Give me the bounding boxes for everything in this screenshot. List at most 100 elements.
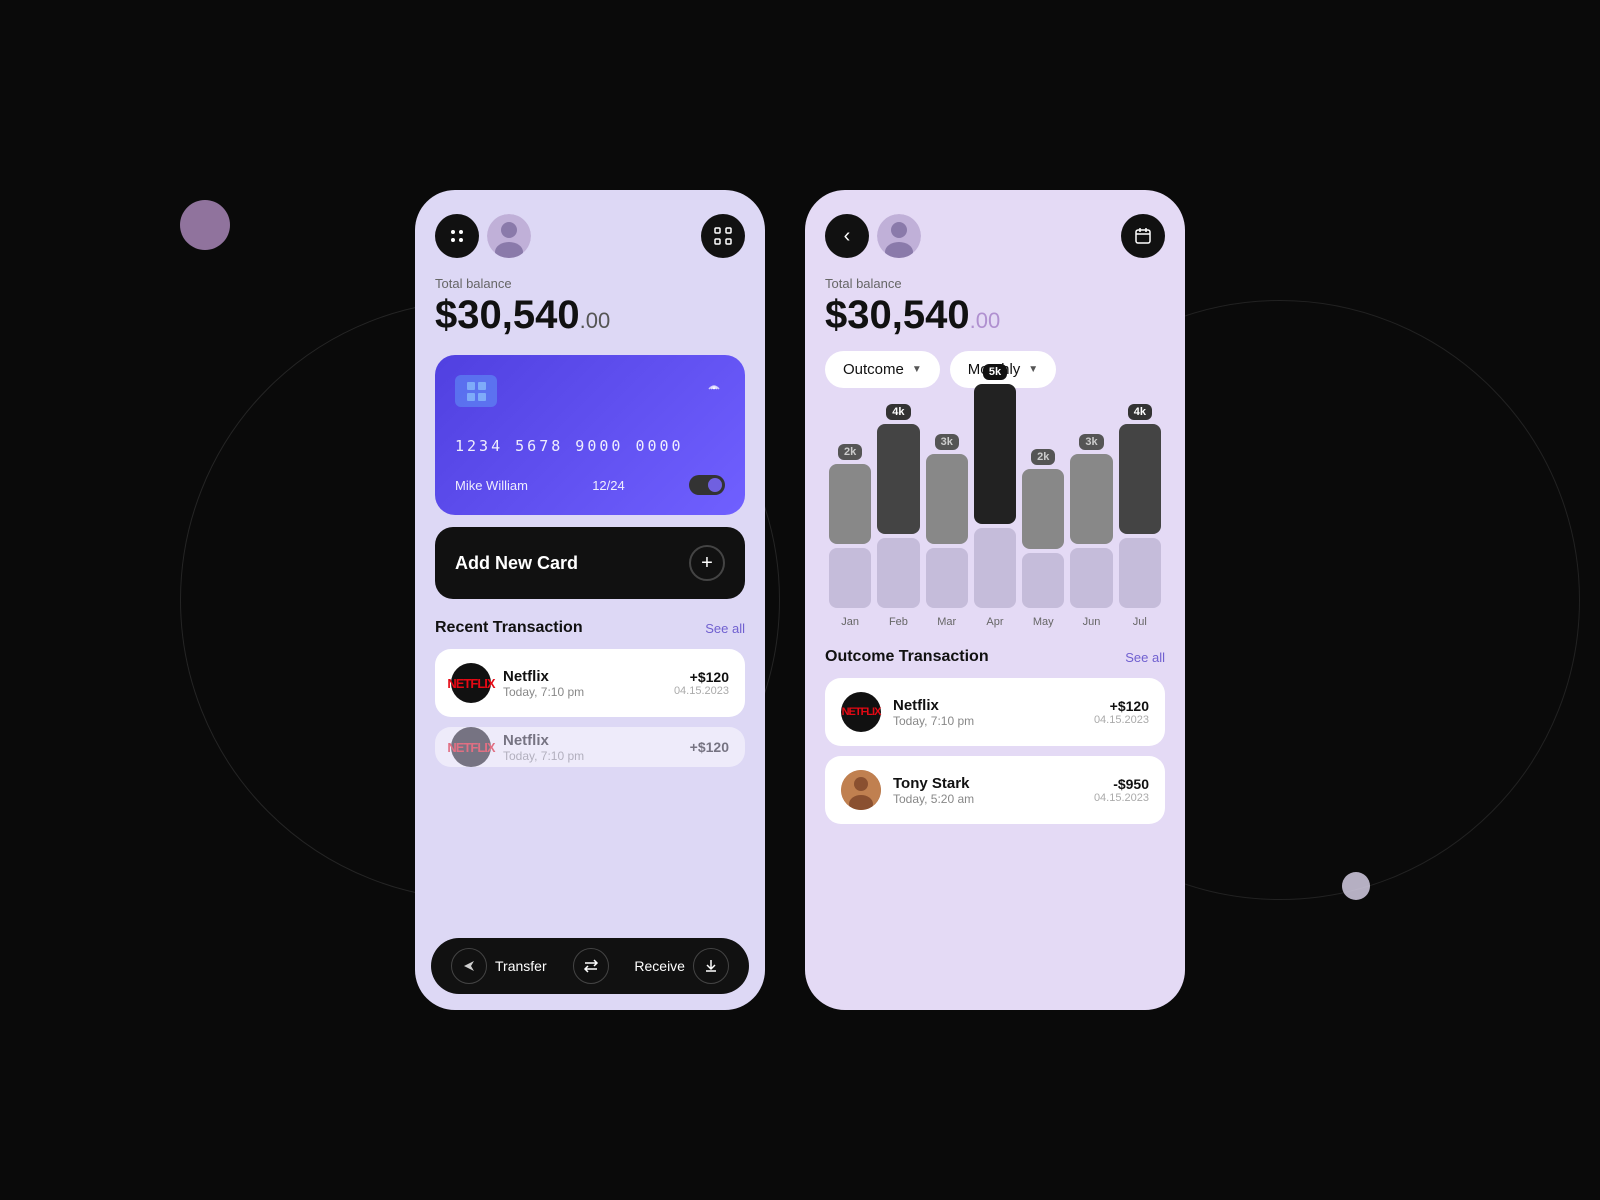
- phone-1: Total balance $30,540.00: [415, 190, 765, 1010]
- bar-seg2-May: [1022, 553, 1064, 608]
- receive-label: Receive: [634, 958, 685, 974]
- chart-col-Jun: 3k: [1070, 434, 1112, 608]
- card-number: 1234 5678 9000 0000: [455, 437, 725, 455]
- transaction-info-1: Netflix Today, 7:10 pm: [503, 668, 662, 699]
- chart-col-Jul: 4k: [1119, 404, 1161, 608]
- bar-seg2-Feb: [877, 538, 919, 608]
- chart-month-Jan: Jan: [829, 616, 871, 628]
- transfer-nav-btn[interactable]: Transfer: [451, 948, 547, 984]
- receive-icon: [693, 948, 729, 984]
- add-card-label: Add New Card: [455, 553, 578, 574]
- chart-month-Jun: Jun: [1070, 616, 1112, 628]
- back-button[interactable]: ‹: [825, 214, 869, 258]
- phones-container: Total balance $30,540.00: [415, 190, 1185, 1010]
- balance-whole-p2: $30,540: [825, 293, 970, 337]
- balance-whole-p1: $30,540: [435, 293, 580, 337]
- bar-seg2-Apr: [974, 528, 1016, 608]
- bar-label-Jan: 2k: [838, 444, 862, 460]
- see-all-p2[interactable]: See all: [1125, 650, 1165, 665]
- calendar-button[interactable]: [1121, 214, 1165, 258]
- bar-label-Jul: 4k: [1128, 404, 1152, 420]
- netflix-date-p2: 04.15.2023: [1094, 714, 1149, 726]
- transaction-tony-p2: Tony Stark Today, 5:20 am -$950 04.15.20…: [825, 756, 1165, 824]
- bottom-nav-p1: Transfer Receive: [431, 938, 749, 994]
- credit-card: 1234 5678 9000 0000 Mike William 12/24: [435, 355, 745, 515]
- transaction-name-partial: Netflix: [503, 732, 678, 749]
- add-icon: +: [689, 545, 725, 581]
- amount-value-1: +$120: [674, 669, 729, 685]
- chart-col-May: 2k: [1022, 449, 1064, 608]
- card-chip: [455, 375, 497, 407]
- netflix-icon-partial: NETFLIX: [447, 740, 494, 755]
- card-bottom: Mike William 12/24: [455, 475, 725, 495]
- avatar-phone1: [487, 214, 531, 258]
- tony-avatar: [841, 770, 881, 810]
- netflix-logo-partial: NETFLIX: [451, 727, 491, 767]
- bar-seg2-Jan: [829, 548, 871, 608]
- balance-label-p1: Total balance: [435, 276, 745, 291]
- bar-seg2-Jun: [1070, 548, 1112, 608]
- chart-col-Mar: 3k: [926, 434, 968, 608]
- chart-month-Jul: Jul: [1119, 616, 1161, 628]
- netflix-logo-p2: NETFLIX: [841, 692, 881, 732]
- chart-col-Jan: 2k: [829, 444, 871, 608]
- netflix-amount-value-p2: +$120: [1094, 698, 1149, 714]
- recent-transaction-header: Recent Transaction See all: [435, 619, 745, 637]
- chart-container: 2k4k3k5k2k3k4k JanFebMarAprMayJunJul: [825, 408, 1165, 628]
- transaction-info-tony: Tony Stark Today, 5:20 am: [893, 775, 1082, 806]
- outcome-transaction-header: Outcome Transaction See all: [825, 648, 1165, 666]
- bar-label-Apr: 5k: [983, 364, 1007, 380]
- card-expiry: 12/24: [592, 478, 625, 493]
- bar-label-May: 2k: [1031, 449, 1055, 465]
- phone1-header-left: [435, 214, 531, 258]
- netflix-logo-p1: NETFLIX: [451, 663, 491, 703]
- card-toggle[interactable]: [689, 475, 725, 495]
- add-card-button[interactable]: Add New Card +: [435, 527, 745, 599]
- chart-bars: 2k4k3k5k2k3k4k: [829, 408, 1161, 608]
- tony-date: 04.15.2023: [1094, 792, 1149, 804]
- phone1-header: [435, 214, 745, 258]
- chart-col-Feb: 4k: [877, 404, 919, 608]
- bg-dot-pink: [180, 200, 230, 250]
- monthly-arrow-icon: ▼: [1028, 364, 1038, 375]
- exchange-nav-btn[interactable]: [573, 948, 609, 984]
- outcome-arrow-icon: ▼: [912, 364, 922, 375]
- balance-cents-p1: .00: [580, 308, 611, 333]
- scan-button[interactable]: [701, 214, 745, 258]
- recent-transaction-title: Recent Transaction: [435, 619, 583, 637]
- outcome-dropdown[interactable]: Outcome ▼: [825, 351, 940, 388]
- bar-label-Jun: 3k: [1079, 434, 1103, 450]
- balance-amount-p1: $30,540.00: [435, 295, 745, 335]
- transaction-info-netflix-p2: Netflix Today, 7:10 pm: [893, 697, 1082, 728]
- transfer-label: Transfer: [495, 958, 547, 974]
- card-holder-name: Mike William: [455, 478, 528, 493]
- exchange-icon: [573, 948, 609, 984]
- bar-seg2-Mar: [926, 548, 968, 608]
- see-all-p1[interactable]: See all: [705, 621, 745, 636]
- chart-col-Apr: 5k: [974, 364, 1016, 608]
- tony-time: Today, 5:20 am: [893, 792, 1082, 806]
- tony-amount: -$950 04.15.2023: [1094, 776, 1149, 804]
- bar-label-Mar: 3k: [935, 434, 959, 450]
- menu-button[interactable]: [435, 214, 479, 258]
- bar-seg1-Feb: [877, 424, 919, 534]
- receive-nav-btn[interactable]: Receive: [634, 948, 729, 984]
- amount-date-1: 04.15.2023: [674, 685, 729, 697]
- outcome-label: Outcome: [843, 361, 904, 378]
- card-nfc-icon: [703, 378, 725, 405]
- netflix-amount-p2: +$120 04.15.2023: [1094, 698, 1149, 726]
- phone-2: ‹ Total balance: [805, 190, 1185, 1010]
- bar-seg2-Jul: [1119, 538, 1161, 608]
- tony-amount-value: -$950: [1094, 776, 1149, 792]
- balance-cents-p2: .00: [970, 308, 1001, 333]
- transaction-netflix-p2: NETFLIX Netflix Today, 7:10 pm +$120 04.…: [825, 678, 1165, 746]
- transaction-item-partial-p1: NETFLIX Netflix Today, 7:10 pm +$120: [435, 727, 745, 767]
- transaction-time-partial: Today, 7:10 pm: [503, 749, 678, 763]
- transaction-time-1: Today, 7:10 pm: [503, 685, 662, 699]
- chart-month-Apr: Apr: [974, 616, 1016, 628]
- balance-label-p2: Total balance: [825, 276, 1165, 291]
- bar-seg1-Mar: [926, 454, 968, 544]
- netflix-name-p2: Netflix: [893, 697, 1082, 714]
- outcome-transaction-title: Outcome Transaction: [825, 648, 989, 666]
- bar-seg1-Jan: [829, 464, 871, 544]
